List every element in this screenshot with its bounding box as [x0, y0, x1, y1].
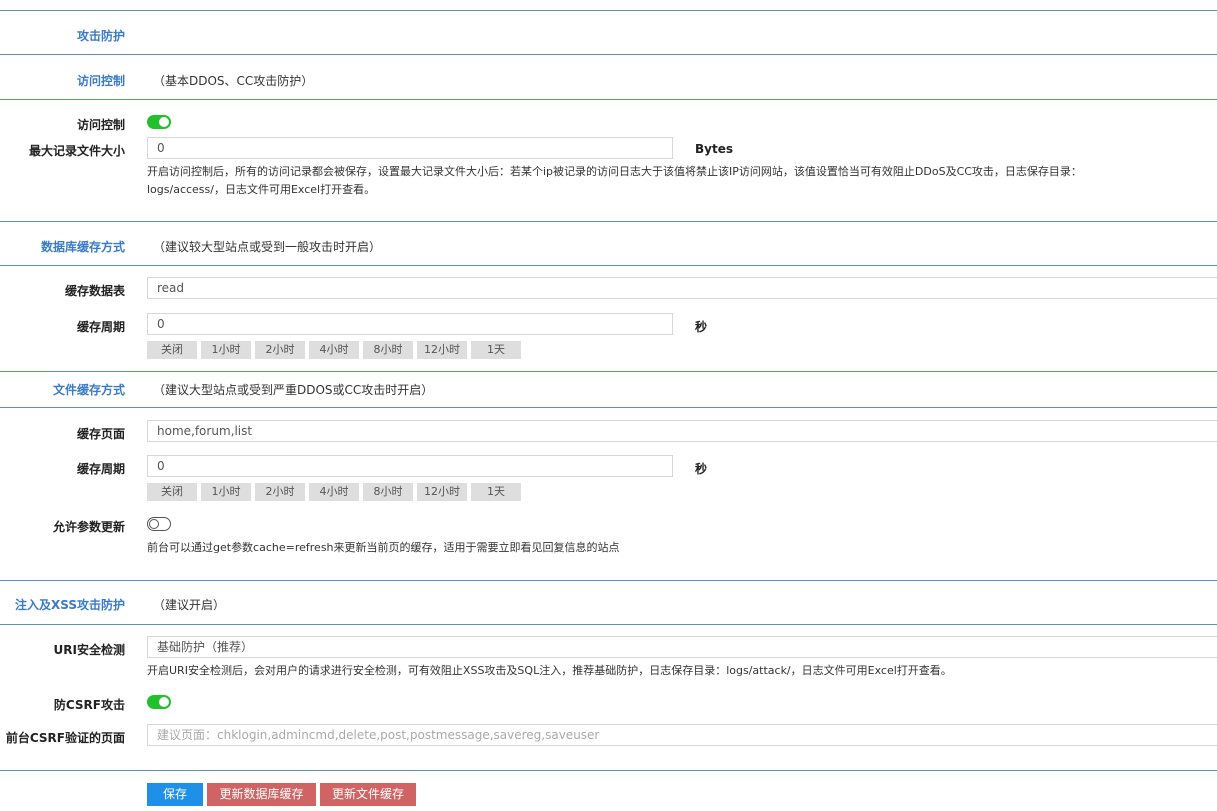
cache-table-input[interactable]: read [147, 277, 1217, 299]
divider [0, 221, 1217, 222]
period-option-1h[interactable]: 1小时 [201, 483, 251, 501]
period-option-off[interactable]: 关闭 [147, 483, 197, 501]
period-option-off[interactable]: 关闭 [147, 341, 197, 359]
section-note-file-cache: （建议大型站点或受到严重DDOS或CC攻击时开启） [153, 383, 434, 397]
uri-check-select[interactable]: 基础防护（推荐） [147, 636, 1217, 658]
period-option-2h[interactable]: 2小时 [255, 483, 305, 501]
param-update-label: 允许参数更新 [52, 520, 125, 534]
period-option-2h[interactable]: 2小时 [255, 341, 305, 359]
cache-table-label: 缓存数据表 [64, 284, 125, 298]
divider [0, 770, 1217, 771]
divider [0, 99, 1217, 100]
toggle-knob [159, 697, 169, 707]
toggle-knob [159, 117, 169, 127]
period-option-8h[interactable]: 8小时 [363, 483, 413, 501]
divider [0, 580, 1217, 581]
period-option-1d[interactable]: 1天 [471, 483, 521, 501]
csrf-label: 防CSRF攻击 [53, 698, 125, 712]
section-note-db-cache: （建议较大型站点或受到一般攻击时开启） [153, 240, 382, 254]
divider [0, 10, 1217, 11]
file-cache-period-input[interactable]: 0 [147, 455, 673, 477]
file-cache-period-unit: 秒 [695, 462, 708, 476]
cache-pages-input[interactable]: home,forum,list [147, 420, 1217, 442]
divider [0, 624, 1217, 625]
divider [0, 265, 1217, 266]
section-title-access: 访问控制 [76, 74, 125, 88]
access-help-line1: 开启访问控制后，所有的访问记录都会被保存，设置最大记录文件大小后：若某个ip被记… [147, 165, 1082, 178]
uri-check-label: URI安全检测 [53, 643, 125, 657]
param-update-help: 前台可以通过get参数cache=refresh来更新当前页的缓存，适用于需要立… [147, 541, 620, 554]
access-control-toggle[interactable] [147, 115, 171, 129]
period-option-4h[interactable]: 4小时 [309, 483, 359, 501]
file-cache-period-options: 关闭 1小时 2小时 4小时 8小时 12小时 1天 [147, 483, 521, 501]
divider [0, 54, 1217, 55]
update-file-cache-button[interactable]: 更新文件缓存 [320, 783, 416, 806]
db-cache-period-unit: 秒 [695, 320, 708, 334]
section-note-access: （基本DDOS、CC攻击防护） [153, 74, 314, 88]
section-title-db-cache: 数据库缓存方式 [40, 240, 125, 254]
section-note-xss: （建议开启） [153, 598, 226, 612]
db-cache-period-options: 关闭 1小时 2小时 4小时 8小时 12小时 1天 [147, 341, 521, 359]
period-option-4h[interactable]: 4小时 [309, 341, 359, 359]
max-size-unit: Bytes [695, 142, 733, 156]
csrf-pages-input[interactable]: 建议页面：chklogin,admincmd,delete,post,postm… [147, 724, 1217, 746]
section-title-attack: 攻击防护 [76, 29, 125, 43]
db-cache-period-label: 缓存周期 [76, 320, 125, 334]
section-title-file-cache: 文件缓存方式 [52, 383, 125, 397]
db-cache-period-input[interactable]: 0 [147, 313, 673, 335]
max-size-input[interactable]: 0 [147, 137, 673, 159]
csrf-pages-label: 前台CSRF验证的页面 [5, 731, 125, 745]
period-option-12h[interactable]: 12小时 [417, 483, 467, 501]
period-option-1d[interactable]: 1天 [471, 341, 521, 359]
toggle-knob [149, 519, 159, 529]
max-size-label: 最大记录文件大小 [28, 144, 125, 158]
divider [0, 407, 1217, 408]
period-option-8h[interactable]: 8小时 [363, 341, 413, 359]
period-option-12h[interactable]: 12小时 [417, 341, 467, 359]
section-title-xss: 注入及XSS攻击防护 [15, 598, 125, 612]
update-db-cache-button[interactable]: 更新数据库缓存 [207, 783, 316, 806]
access-help-line2: logs/access/，日志文件可用Excel打开查看。 [147, 183, 376, 196]
cache-pages-label: 缓存页面 [76, 427, 125, 441]
file-cache-period-label: 缓存周期 [76, 462, 125, 476]
access-control-label: 访问控制 [76, 118, 125, 132]
divider [0, 371, 1217, 372]
save-button[interactable]: 保存 [147, 783, 203, 806]
period-option-1h[interactable]: 1小时 [201, 341, 251, 359]
uri-check-help: 开启URI安全检测后，会对用户的请求进行安全检测，可有效阻止XSS攻击及SQL注… [147, 664, 952, 677]
param-update-toggle[interactable] [147, 517, 171, 531]
csrf-toggle[interactable] [147, 695, 171, 709]
